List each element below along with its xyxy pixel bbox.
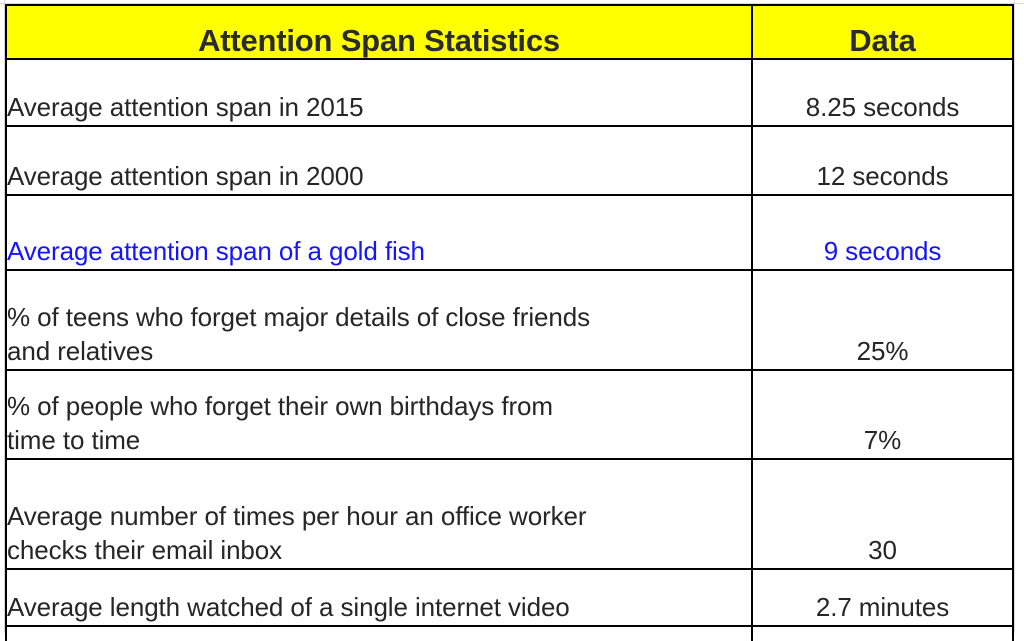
row-label-line: time to time <box>7 425 141 456</box>
table-row-highlighted: Average attention span of a gold fish 9 … <box>5 194 1014 271</box>
row-value: 25% <box>751 269 1014 371</box>
row-label: Average attention span in 2015 <box>5 58 753 127</box>
row-label: Average length watched of a single inter… <box>5 568 753 627</box>
table-header-row: Attention Span Statistics Data <box>5 4 1014 60</box>
table-row: % of teens who forget major details of c… <box>5 269 1014 371</box>
row-value: 9 seconds <box>751 194 1014 271</box>
row-value: 7% <box>751 369 1014 460</box>
column-header-data: Data <box>751 4 1014 60</box>
table-row: Average length watched of a single inter… <box>5 568 1014 627</box>
sheet-gridline-right <box>1014 0 1015 633</box>
row-label: Average number of times per hour an offi… <box>5 458 753 570</box>
row-value: 2.7 minutes <box>751 568 1014 627</box>
row-label-line: checks their email inbox <box>7 535 283 566</box>
column-header-statistics: Attention Span Statistics <box>5 4 753 60</box>
attention-span-statistics-table: Attention Span Statistics Data Average a… <box>5 4 1014 641</box>
row-label-line: Average length watched of a single inter… <box>7 592 570 623</box>
row-value: 8.25 seconds <box>751 58 1014 127</box>
spreadsheet-canvas: Attention Span Statistics Data Average a… <box>0 0 1024 641</box>
row-value: 12 seconds <box>751 125 1014 196</box>
row-value: 30 <box>751 458 1014 570</box>
row-label: % of people who forget their own birthda… <box>5 369 753 460</box>
row-label-line: % of teens who forget major details of c… <box>7 302 590 333</box>
row-label: % of teens who forget major details of c… <box>5 269 753 371</box>
row-label: Average attention span of a gold fish <box>5 194 753 271</box>
row-label-line: Average attention span of a gold fish <box>7 236 425 267</box>
row-label-line: Average number of times per hour an offi… <box>7 501 587 532</box>
table-row: % of people who forget their own birthda… <box>5 369 1014 460</box>
row-label-line: % of people who forget their own birthda… <box>7 391 553 422</box>
row-label-line: Average attention span in 2000 <box>7 161 364 192</box>
row-label-line: and relatives <box>7 336 154 367</box>
row-label-line: Average attention span in 2015 <box>7 92 364 123</box>
row-label-clipped <box>5 625 753 641</box>
table-row: Average attention span in 2015 8.25 seco… <box>5 58 1014 127</box>
table-row: Average attention span in 2000 12 second… <box>5 125 1014 196</box>
table-row: Average number of times per hour an offi… <box>5 458 1014 570</box>
table-row-clipped <box>5 625 1014 641</box>
row-label: Average attention span in 2000 <box>5 125 753 196</box>
row-value-clipped <box>751 625 1014 641</box>
